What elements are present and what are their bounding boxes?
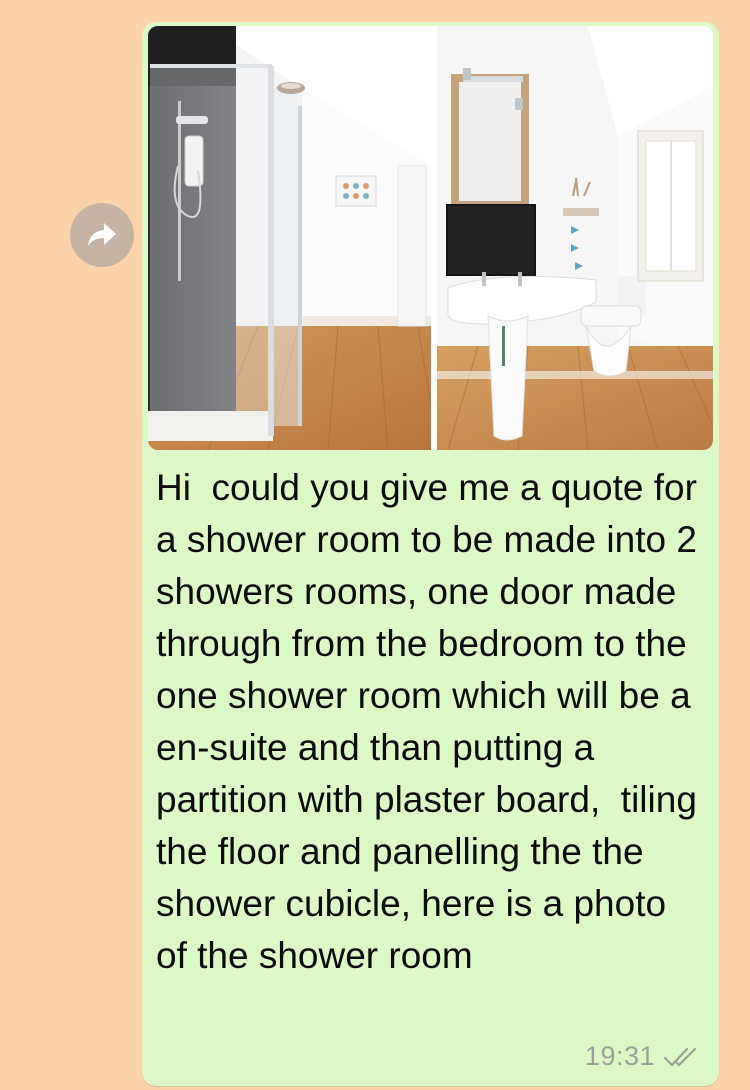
- photo-illustration: [148, 26, 713, 450]
- message-text: Hi could you give me a quote for a showe…: [156, 467, 708, 976]
- double-check-icon: [663, 1047, 697, 1066]
- shower-room-photo[interactable]: [148, 26, 713, 450]
- forward-button[interactable]: [70, 203, 134, 267]
- message-time: 19:31: [584, 1041, 655, 1071]
- message-meta: 19:31: [585, 1041, 703, 1072]
- forward-arrow-icon: [88, 223, 116, 246]
- message-bubble[interactable]: Hi could you give me a quote for a showe…: [142, 22, 719, 1086]
